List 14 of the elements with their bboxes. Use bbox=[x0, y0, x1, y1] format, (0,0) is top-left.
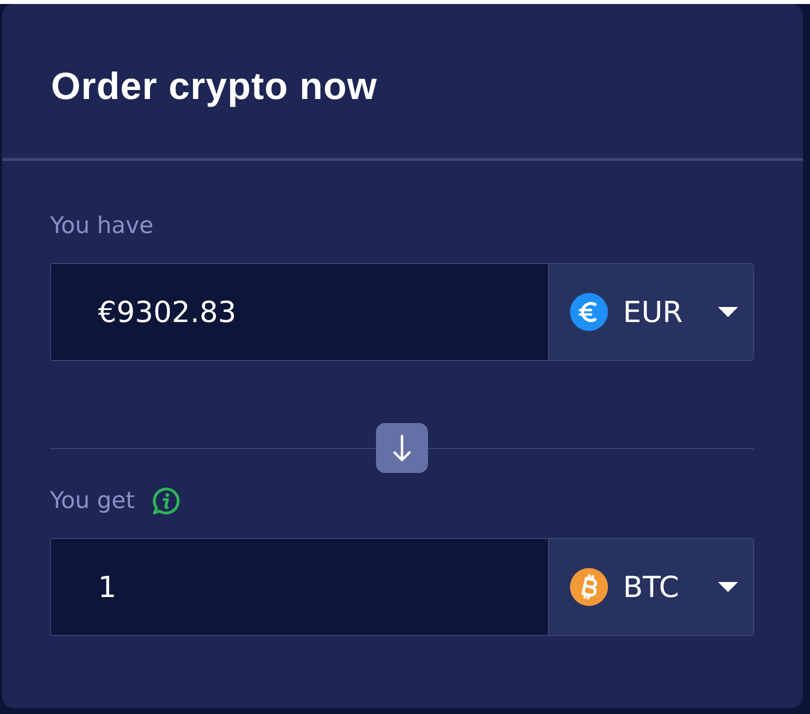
card-title: Order crypto now bbox=[51, 65, 378, 109]
info-icon[interactable] bbox=[150, 486, 181, 516]
amount-field[interactable]: 1 bbox=[50, 538, 548, 636]
field-label: You have bbox=[50, 212, 154, 241]
euro-coin-icon bbox=[570, 293, 608, 331]
down-arrow-icon bbox=[392, 433, 412, 463]
caret-icon bbox=[718, 307, 738, 317]
amount-field[interactable]: €9302.83 bbox=[50, 263, 548, 361]
currency-dropdown[interactable]: EUR bbox=[548, 263, 754, 361]
swap-button[interactable] bbox=[376, 423, 428, 473]
field-label: You get bbox=[50, 487, 135, 516]
bitcoin-coin-icon bbox=[570, 568, 608, 606]
caret-icon bbox=[718, 582, 738, 592]
currency-dropdown[interactable]: BTC bbox=[548, 538, 754, 636]
